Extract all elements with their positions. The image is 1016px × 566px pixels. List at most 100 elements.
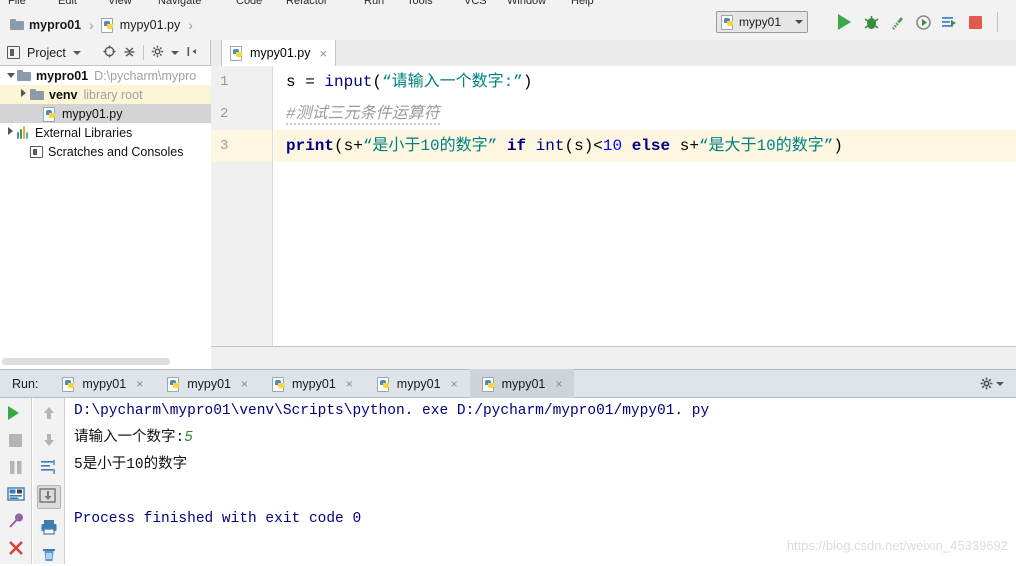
code-line[interactable]: print(s+“是小于10的数字” if int(s)<10 else s+“…: [274, 130, 1016, 162]
console-view-icon[interactable]: [6, 485, 25, 503]
menu-item-vcs[interactable]: VCS: [464, 0, 487, 7]
editor-tab-mypy01[interactable]: mypy01.py ×: [221, 40, 337, 66]
line-number[interactable]: 3: [211, 130, 272, 162]
code-token-def: print: [286, 137, 335, 155]
chevron-right-icon[interactable]: [17, 89, 30, 100]
menu-item-refactor[interactable]: Refactor: [286, 0, 328, 7]
run-settings-gear[interactable]: [980, 377, 1004, 390]
chevron-right-icon[interactable]: [4, 127, 17, 138]
toolbar-divider: [142, 45, 144, 60]
scratches-icon: [30, 145, 43, 158]
pin-tab-icon[interactable]: [7, 512, 25, 530]
chevron-down-icon[interactable]: [996, 381, 1004, 386]
locate-target-icon[interactable]: [103, 45, 116, 61]
hide-panel-icon[interactable]: [186, 45, 199, 61]
console-user-input: 5: [184, 430, 193, 446]
run-tab-2[interactable]: mypy01 ×: [155, 369, 260, 398]
menu-item-file[interactable]: File: [8, 0, 26, 7]
chevron-down-icon[interactable]: [72, 50, 81, 55]
tree-item-venv[interactable]: venv library root: [0, 85, 211, 104]
stop-icon[interactable]: [967, 14, 984, 31]
gear-icon: [980, 377, 993, 390]
run-tab-3[interactable]: mypy01 ×: [260, 369, 365, 398]
menu-item-help[interactable]: Help: [571, 0, 594, 7]
console-exit-text: Process finished with exit code 0: [74, 511, 362, 527]
python-file-icon: [376, 376, 391, 392]
profile-icon[interactable]: [915, 14, 932, 31]
trash-icon[interactable]: [40, 545, 58, 563]
editor-code-area[interactable]: s = input(“请输入一个数字:”) #测试三元条件运算符 print(s+“…: [274, 66, 1016, 346]
run-tab-label: mypy01: [501, 376, 546, 391]
run-with-console-icon[interactable]: [941, 14, 958, 31]
scrollbar-thumb[interactable]: [2, 358, 170, 365]
soft-wrap-icon[interactable]: [40, 458, 58, 476]
project-panel-toolbar: Project: [0, 40, 211, 66]
menu-item-view[interactable]: View: [108, 0, 132, 7]
run-tab-label: mypy01: [187, 376, 231, 391]
code-token-cmt: #测试三元条件运算符: [286, 105, 440, 125]
gear-chevron-down-icon[interactable]: [170, 50, 179, 55]
run-tab-1[interactable]: mypy01 ×: [50, 369, 155, 398]
tree-item-scratches-and-consoles[interactable]: Scratches and Consoles: [0, 142, 211, 161]
close-icon[interactable]: ×: [136, 377, 143, 391]
run-toolbar-column-2: [33, 398, 65, 564]
menu-item-navigate[interactable]: Navigate: [158, 0, 201, 7]
stop-icon[interactable]: [7, 431, 25, 449]
rerun-icon[interactable]: [7, 404, 25, 422]
tree-item-mypro01[interactable]: mypro01 D:\pycharm\mypro: [0, 66, 211, 85]
close-icon[interactable]: [7, 539, 25, 557]
tree-item-label: Scratches and Consoles: [48, 144, 184, 159]
line-number[interactable]: 2: [211, 98, 272, 130]
pause-icon[interactable]: [7, 458, 25, 476]
run-icon[interactable]: [837, 13, 854, 31]
run-configuration-label: mypy01: [739, 15, 782, 29]
python-file-icon: [62, 376, 76, 392]
editor-gutter[interactable]: 123: [211, 66, 273, 346]
code-line[interactable]: #测试三元条件运算符: [274, 98, 1016, 130]
tree-item-label: mypy01.py: [62, 106, 123, 121]
run-tab-5[interactable]: mypy01 ×: [469, 369, 575, 398]
run-tab-4[interactable]: mypy01 ×: [365, 369, 470, 398]
close-icon[interactable]: ×: [451, 377, 458, 391]
down-arrow-icon[interactable]: [40, 431, 58, 449]
python-file-icon: [272, 376, 286, 392]
scroll-to-end-icon[interactable]: [36, 485, 61, 509]
close-icon[interactable]: ×: [346, 377, 353, 391]
run-coverage-icon[interactable]: [889, 14, 906, 31]
menu-item-window[interactable]: Window: [507, 0, 546, 7]
menu-item-code[interactable]: Code: [236, 0, 262, 7]
menu-item-run[interactable]: Run: [364, 0, 384, 7]
close-icon[interactable]: ×: [555, 377, 562, 391]
chevron-down-icon[interactable]: [4, 70, 17, 81]
project-tree-horizontal-scrollbar[interactable]: [0, 356, 212, 367]
run-configuration-selector[interactable]: mypy01: [716, 11, 808, 33]
menu-item-tools[interactable]: Tools: [407, 0, 433, 7]
project-tree[interactable]: mypro01 D:\pycharm\mypro venv library root m…: [0, 66, 212, 356]
collapse-all-icon[interactable]: [123, 45, 136, 61]
tree-item-label: venv: [49, 87, 78, 102]
code-token-def: if: [506, 137, 527, 155]
up-arrow-icon[interactable]: [40, 404, 58, 422]
menu-item-edit[interactable]: Edit: [58, 0, 77, 7]
project-view-icon: [7, 46, 20, 59]
console-output-text: 5是小于10的数字: [74, 457, 188, 473]
watermark: https://blog.csdn.net/weixin_45339692: [786, 538, 1008, 553]
breadcrumb-item-file[interactable]: mypy01.py: [100, 17, 180, 33]
breadcrumb-item-project[interactable]: mypro01: [10, 18, 81, 32]
settings-gear-icon[interactable]: [151, 45, 164, 61]
print-icon[interactable]: [40, 518, 58, 536]
line-number[interactable]: 1: [211, 66, 272, 98]
tree-item-external-libraries[interactable]: External Libraries: [0, 123, 211, 142]
code-token-num: 10: [602, 137, 623, 155]
debug-icon[interactable]: [863, 14, 880, 31]
tree-item-mypy01-py[interactable]: mypy01.py: [0, 104, 211, 123]
close-icon[interactable]: ×: [319, 46, 327, 61]
python-file-icon: [100, 17, 115, 33]
code-line[interactable]: s = input(“请输入一个数字:”): [274, 66, 1016, 98]
tree-item-detail: D:\pycharm\mypro: [94, 68, 197, 83]
close-icon[interactable]: ×: [241, 377, 248, 391]
toolbar-divider: [997, 12, 998, 32]
code-editor[interactable]: 123 s = input(“请输入一个数字:”) #测试三元条件运算符 print…: [211, 66, 1016, 346]
code-token-fn: input: [324, 73, 373, 91]
